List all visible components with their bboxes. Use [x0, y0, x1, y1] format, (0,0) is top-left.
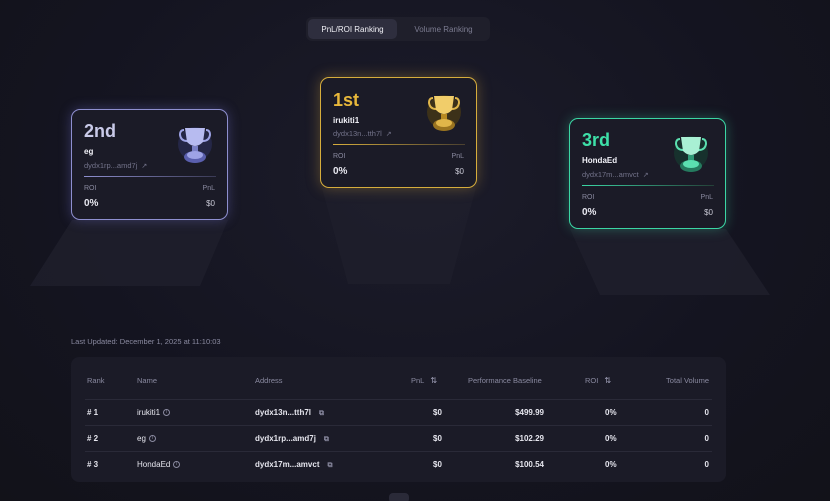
trader-name: HondaEd [137, 460, 171, 469]
info-icon[interactable]: i [163, 409, 171, 417]
table-divider [85, 399, 712, 400]
sort-icon[interactable]: ⇅ [430, 376, 437, 385]
address-text: dydx1rp...amd7j [255, 434, 316, 443]
podium-beam-center [300, 186, 500, 286]
trader-name: irukiti1 [333, 116, 360, 125]
pnl-label: PnL [451, 153, 464, 160]
trader-name: eg [137, 434, 146, 443]
cell-baseline: $499.99 [515, 408, 544, 417]
last-updated-text: Last Updated: December 1, 2025 at 11:10:… [71, 337, 221, 346]
tab-volume-ranking[interactable]: Volume Ranking [399, 19, 488, 39]
cell-pnl: $0 [433, 460, 442, 469]
header-rank: Rank [87, 376, 105, 385]
cell-name[interactable]: HondaEd i [137, 460, 181, 469]
cell-rank: # 3 [87, 460, 99, 469]
address-text: dydx13n...tth7l [255, 408, 312, 417]
leaderboard-table: Rank Name Address PnL ⇅ Performance Basel… [71, 357, 726, 482]
roi-label: ROI [582, 194, 595, 201]
address-text: dydx13n...tth7l [333, 129, 382, 138]
pnl-label: PnL [700, 194, 713, 201]
roi-value: 0% [582, 207, 597, 218]
table-divider [85, 451, 712, 452]
cell-pnl: $0 [433, 434, 442, 443]
card-divider [333, 144, 465, 145]
roi-value: 0% [84, 198, 99, 209]
cell-roi: 0% [605, 434, 617, 443]
address-text: dydx17m...amvct [255, 460, 320, 469]
leaderboard-page: PnL/ROI Ranking Volume Ranking 2nd eg dy… [0, 0, 830, 501]
cell-volume: 0 [704, 408, 709, 417]
cell-address[interactable]: dydx1rp...amd7j ⧉ [255, 434, 329, 444]
pagination-button[interactable] [389, 493, 409, 501]
header-name: Name [137, 376, 158, 385]
trader-name: HondaEd [582, 156, 618, 165]
address-text: dydx1rp...amd7j [84, 161, 138, 170]
external-link-icon[interactable]: ⧉ [327, 462, 332, 470]
card-divider [582, 185, 714, 186]
header-pnl[interactable]: PnL ⇅ [411, 376, 437, 385]
trophy-icon [672, 133, 710, 182]
cell-pnl: $0 [433, 408, 442, 417]
podium-card-second[interactable]: 2nd eg dydx1rp...amd7j ↗ ROI PnL 0% $0 [71, 109, 228, 220]
trader-name: eg [84, 147, 94, 156]
trophy-icon [176, 124, 214, 173]
cell-roi: 0% [605, 408, 617, 417]
roi-value: 0% [333, 166, 348, 177]
cell-volume: 0 [704, 434, 709, 443]
external-link-icon[interactable]: ↗ [643, 172, 649, 179]
info-icon[interactable]: i [148, 435, 156, 443]
trader-address[interactable]: dydx1rp...amd7j ↗ [84, 161, 147, 170]
cell-address[interactable]: dydx17m...amvct ⧉ [255, 460, 332, 470]
pnl-label: PnL [202, 185, 215, 192]
rank-label: 3rd [582, 130, 611, 150]
external-link-icon[interactable]: ↗ [141, 163, 147, 170]
cell-name[interactable]: irukiti1 i [137, 408, 171, 417]
card-divider [84, 176, 216, 177]
header-performance-baseline: Performance Baseline [468, 376, 542, 385]
cell-roi: 0% [605, 460, 617, 469]
rank-label: 1st [333, 90, 360, 110]
pnl-value: $0 [455, 167, 464, 176]
sort-icon[interactable]: ⇅ [604, 376, 611, 385]
external-link-icon[interactable]: ↗ [386, 131, 392, 138]
table-divider [85, 425, 712, 426]
cell-name[interactable]: eg i [137, 434, 156, 443]
ranking-tabs: PnL/ROI Ranking Volume Ranking [306, 17, 490, 41]
tab-pnl-roi-ranking[interactable]: PnL/ROI Ranking [308, 19, 397, 39]
cell-rank: # 1 [87, 408, 99, 417]
cell-baseline: $102.29 [515, 434, 544, 443]
header-address: Address [255, 376, 283, 385]
trader-name: irukiti1 [137, 408, 161, 417]
cell-volume: 0 [704, 460, 709, 469]
cell-address[interactable]: dydx13n...tth7l ⧉ [255, 408, 324, 418]
external-link-icon[interactable]: ⧉ [324, 436, 329, 444]
header-roi-label: ROI [585, 376, 599, 385]
pnl-value: $0 [704, 208, 713, 217]
podium-card-first[interactable]: 1st irukiti1 dydx13n...tth7l ↗ ROI PnL 0%… [320, 77, 477, 188]
podium-beam-right [560, 227, 780, 297]
podium-card-third[interactable]: 3rd HondaEd dydx17m...amvct ↗ ROI PnL 0% … [569, 118, 726, 229]
roi-label: ROI [84, 185, 97, 192]
roi-label: ROI [333, 153, 346, 160]
address-text: dydx17m...amvct [582, 170, 639, 179]
cell-rank: # 2 [87, 434, 99, 443]
podium-beam-left [20, 218, 240, 288]
header-total-volume: Total Volume [666, 376, 709, 385]
info-icon[interactable]: i [173, 461, 181, 469]
header-roi[interactable]: ROI ⇅ [585, 376, 611, 385]
trader-address[interactable]: dydx17m...amvct ↗ [582, 170, 649, 179]
trophy-icon [425, 92, 463, 141]
cell-baseline: $100.54 [515, 460, 544, 469]
trader-address[interactable]: dydx13n...tth7l ↗ [333, 129, 392, 138]
rank-label: 2nd [84, 121, 117, 141]
external-link-icon[interactable]: ⧉ [319, 410, 324, 418]
header-pnl-label: PnL [411, 376, 425, 385]
pnl-value: $0 [206, 199, 215, 208]
